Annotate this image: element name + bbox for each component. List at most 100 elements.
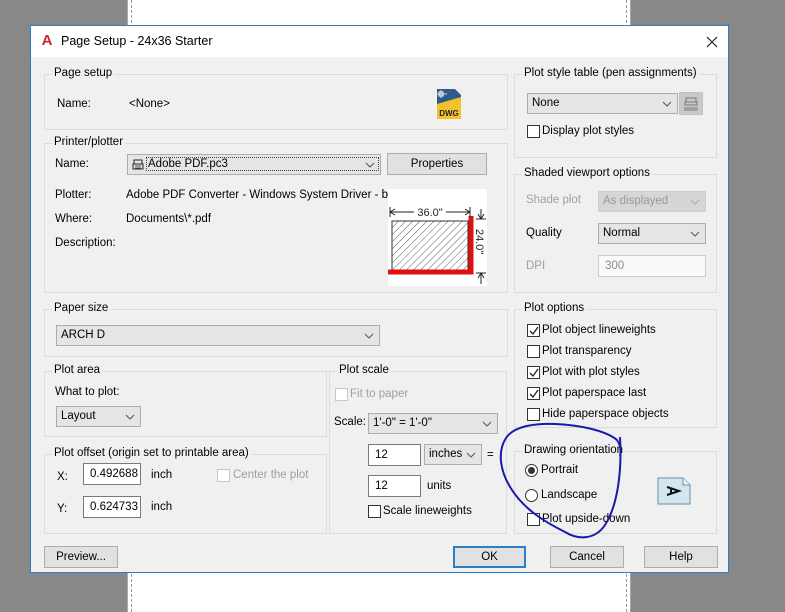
display-plot-styles-label: Display plot styles (542, 125, 635, 137)
paper-height-label: 24.0" (473, 229, 485, 254)
close-button[interactable] (696, 26, 728, 57)
plot-option-label: Plot with plot styles (542, 366, 640, 378)
where-label: Where: (55, 213, 93, 225)
quality-dropdown[interactable]: Normal (598, 223, 706, 244)
plot-style-editor-icon (684, 97, 698, 111)
chevron-down-icon (364, 155, 376, 174)
ok-button[interactable]: OK (453, 546, 526, 568)
plot-option-checkbox[interactable] (527, 366, 540, 379)
close-icon (706, 36, 718, 48)
checkmark-icon (529, 389, 539, 399)
chevron-down-icon (689, 192, 701, 211)
plot-style-table-group-label: Plot style table (pen assignments) (522, 67, 699, 79)
plot-style-value: None (532, 97, 560, 109)
help-button[interactable]: Help (644, 546, 718, 568)
center-plot-label: Center the plot (233, 469, 309, 481)
chevron-down-icon (363, 326, 375, 345)
printer-name-value: Adobe PDF.pc3 (146, 157, 379, 171)
plotter-value: Adobe PDF Converter - Windows System Dri… (126, 189, 398, 201)
quality-value: Normal (603, 227, 641, 239)
dialog-title: Page Setup - 24x36 Starter (61, 34, 213, 48)
plot-option-checkbox[interactable] (527, 324, 540, 337)
offset-x-unit: inch (151, 469, 173, 481)
portrait-label: Portrait (541, 464, 579, 476)
paper-width-label: 36.0" (417, 207, 442, 219)
paper-area (391, 220, 469, 272)
inches-input[interactable]: 12 (368, 444, 421, 466)
what-to-plot-dropdown[interactable]: Layout (56, 406, 141, 427)
plot-option-checkbox[interactable] (527, 387, 540, 400)
dpi-input[interactable]: 300 (598, 255, 706, 277)
center-plot-checkbox[interactable] (217, 469, 230, 482)
properties-button[interactable]: Properties (387, 153, 487, 175)
shaded-viewport-group-label: Shaded viewport options (522, 167, 652, 179)
offset-x-label: X: (57, 471, 68, 483)
page-setup-name-label: Name: (57, 98, 91, 110)
plot-style-table-group: Plot style table (pen assignments) (514, 67, 717, 158)
chevron-down-icon (481, 414, 493, 433)
printer-plotter-group-label: Printer/plotter (52, 136, 126, 148)
chevron-down-icon (465, 445, 477, 464)
plotter-label: Plotter: (55, 189, 92, 201)
paper-size-dropdown[interactable]: ARCH D (56, 325, 380, 346)
fit-to-paper-label: Fit to paper (350, 388, 409, 400)
paper-preview: 36.0" 24.0" (388, 189, 487, 286)
inches-unit-value: inches (429, 448, 463, 460)
where-value: Documents\*.pdf (126, 213, 212, 225)
scale-dropdown[interactable]: 1'-0" = 1'-0" (368, 413, 498, 434)
page-setup-dialog: A Page Setup - 24x36 Starter Page setup … (30, 25, 729, 573)
scale-value: 1'-0" = 1'-0" (373, 417, 432, 429)
plot-option-checkbox[interactable] (527, 345, 540, 358)
display-plot-styles-checkbox[interactable] (527, 125, 540, 138)
shade-plot-value: As displayed (603, 195, 669, 207)
fit-to-paper-checkbox[interactable] (335, 388, 348, 401)
what-to-plot-label: What to plot: (55, 386, 120, 398)
shade-plot-label: Shade plot (526, 194, 581, 206)
plot-option-label: Hide paperspace objects (542, 408, 669, 420)
plot-option-label: Plot paperspace last (542, 387, 647, 399)
inches-unit-dropdown[interactable]: inches (424, 444, 482, 465)
chevron-down-icon (124, 407, 136, 426)
plot-upside-down-label: Plot upside-down (542, 513, 631, 525)
plotter-icon (132, 159, 144, 170)
plot-scale-group-label: Plot scale (337, 364, 391, 376)
chevron-down-icon (661, 94, 673, 113)
offset-y-input[interactable]: 0.624733 (83, 496, 141, 518)
orientation-preview-icon (657, 477, 691, 505)
plot-option-label: Plot object lineweights (542, 324, 656, 336)
dwg-file-icon: DWG (437, 89, 461, 119)
equals-sign: = (487, 449, 494, 461)
plot-upside-down-checkbox[interactable] (527, 513, 540, 526)
svg-text:DWG: DWG (439, 109, 459, 118)
paper-size-group-label: Paper size (52, 302, 111, 314)
plot-style-dropdown[interactable]: None (527, 93, 678, 114)
checkmark-icon (529, 326, 539, 336)
drawing-orientation-group-label: Drawing orientation (522, 444, 626, 456)
paper-size-value: ARCH D (61, 329, 106, 341)
page-setup-name-value: <None> (129, 98, 170, 110)
cancel-button[interactable]: Cancel (550, 546, 624, 568)
offset-x-input[interactable]: 0.492688 (83, 463, 141, 485)
checkmark-icon (529, 368, 539, 378)
portrait-radio[interactable] (525, 464, 538, 477)
plot-offset-group-label: Plot offset (origin set to printable are… (52, 447, 251, 459)
units-label: units (427, 480, 452, 492)
scale-lineweights-checkbox[interactable] (368, 505, 381, 518)
preview-button[interactable]: Preview... (44, 546, 118, 568)
plot-option-label: Plot transparency (542, 345, 632, 357)
description-label: Description: (55, 237, 116, 249)
plot-options-group-label: Plot options (522, 302, 587, 314)
autocad-logo-icon: A (41, 32, 53, 49)
plot-area-group: Plot area (44, 364, 327, 437)
page-setup-group-label: Page setup (52, 67, 115, 79)
plot-option-checkbox[interactable] (527, 408, 540, 421)
chevron-down-icon (689, 224, 701, 243)
what-to-plot-value: Layout (61, 410, 96, 422)
scale-label: Scale: (334, 416, 366, 428)
units-input[interactable]: 12 (368, 475, 421, 497)
printer-name-dropdown[interactable]: Adobe PDF.pc3 (127, 154, 381, 175)
landscape-radio[interactable] (525, 489, 538, 502)
plot-area-group-label: Plot area (52, 364, 103, 376)
edit-plot-style-button[interactable] (679, 92, 703, 115)
shade-plot-dropdown[interactable]: As displayed (598, 191, 706, 212)
